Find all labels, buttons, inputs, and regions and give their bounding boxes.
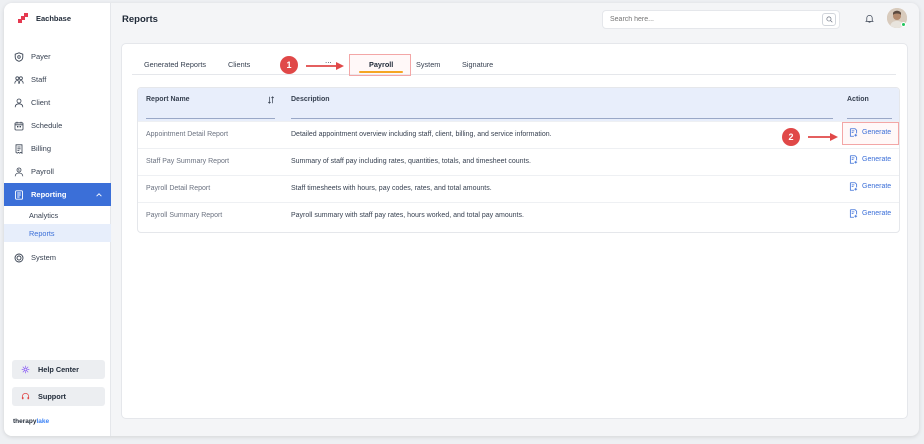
brand-logo-icon bbox=[18, 13, 28, 23]
sidebar-item-staff[interactable]: Staff bbox=[4, 68, 111, 91]
tab-generated-reports[interactable]: Generated Reports bbox=[144, 60, 206, 69]
shield-icon bbox=[14, 51, 24, 62]
column-divider bbox=[847, 118, 892, 119]
table-row: Staff Pay Summary Report Summary of staf… bbox=[138, 148, 899, 175]
app-window: Eachbase Payer Staff Client Schedule Bil… bbox=[4, 3, 919, 436]
sidebar-item-label: Staff bbox=[31, 75, 47, 84]
sidebar-item-label: Client bbox=[31, 98, 51, 107]
table-header: Report Name Description Action bbox=[138, 88, 899, 121]
tab-signature[interactable]: Signature bbox=[462, 60, 493, 69]
sidebar-item-label: Billing bbox=[31, 144, 52, 153]
report-tabs: Generated Reports Clients ... Payroll Sy… bbox=[132, 53, 896, 76]
table-row: Payroll Summary Report Payroll summary w… bbox=[138, 202, 899, 229]
report-name-cell: Appointment Detail Report bbox=[146, 131, 229, 138]
sort-icon[interactable] bbox=[267, 96, 275, 104]
arrow-right-icon bbox=[306, 62, 344, 70]
document-add-icon bbox=[849, 209, 858, 218]
receipt-icon bbox=[15, 143, 23, 154]
sidebar-item-label: System bbox=[31, 253, 57, 262]
chevron-up-icon[interactable] bbox=[95, 191, 103, 199]
generate-label: Generate bbox=[862, 183, 892, 190]
column-divider bbox=[146, 118, 275, 119]
sidebar-item-billing[interactable]: Billing bbox=[4, 137, 111, 160]
svg-text:$: $ bbox=[18, 168, 20, 172]
online-status-indicator bbox=[901, 22, 906, 27]
search-icon bbox=[825, 16, 833, 23]
generate-button[interactable]: Generate bbox=[849, 128, 891, 137]
column-header-action: Action bbox=[847, 96, 869, 103]
sidebar-subitem-analytics[interactable]: Analytics bbox=[4, 206, 111, 224]
generate-button[interactable]: Generate bbox=[849, 155, 891, 164]
generate-button[interactable]: Generate bbox=[849, 209, 891, 218]
reports-table: Report Name Description Action Appointme… bbox=[137, 87, 900, 233]
active-tab-indicator bbox=[359, 71, 403, 73]
sidebar-item-label: Schedule bbox=[31, 121, 63, 130]
generate-label: Generate bbox=[862, 210, 892, 217]
column-divider bbox=[291, 118, 833, 119]
sidebar-subitem-reports[interactable]: Reports bbox=[4, 224, 111, 242]
support-label: Support bbox=[38, 392, 66, 401]
document-add-icon bbox=[849, 155, 858, 164]
report-description-cell: Detailed appointment overview including … bbox=[291, 131, 552, 138]
sidebar-item-reporting[interactable]: Reporting bbox=[4, 183, 111, 206]
document-add-icon bbox=[849, 128, 858, 137]
table-row: Payroll Detail Report Staff timesheets w… bbox=[138, 175, 899, 202]
column-header-description: Description bbox=[291, 96, 330, 103]
document-add-icon bbox=[849, 182, 858, 191]
tab-payroll[interactable]: Payroll bbox=[369, 60, 393, 69]
support-button[interactable]: Support bbox=[12, 387, 105, 406]
generate-button[interactable]: Generate bbox=[849, 182, 891, 191]
footer-logo-part-b: lake bbox=[36, 418, 50, 425]
generate-label: Generate bbox=[862, 129, 892, 136]
sidebar-item-label: Reporting bbox=[31, 190, 67, 199]
user-icon bbox=[14, 98, 24, 107]
report-description-cell: Summary of staff pay including rates, qu… bbox=[291, 158, 531, 165]
bell-icon bbox=[865, 14, 874, 23]
search-box bbox=[602, 10, 840, 29]
headset-icon bbox=[21, 392, 30, 400]
page-title: Reports bbox=[122, 14, 158, 25]
help-center-button[interactable]: Help Center bbox=[12, 360, 105, 379]
tab-clients[interactable]: Clients bbox=[228, 60, 250, 69]
staff-icon bbox=[14, 75, 24, 84]
column-header-report-name[interactable]: Report Name bbox=[146, 96, 190, 103]
report-description-cell: Payroll summary with staff pay rates, ho… bbox=[291, 212, 524, 219]
sidebar-item-system[interactable]: System bbox=[4, 246, 111, 269]
sidebar-item-label: Payer bbox=[31, 52, 51, 61]
arrow-right-icon bbox=[808, 133, 838, 141]
footer-logo: therapylake bbox=[13, 418, 49, 425]
report-description-cell: Staff timesheets with hours, pay codes, … bbox=[291, 185, 492, 192]
reports-card: Generated Reports Clients ... Payroll Sy… bbox=[121, 43, 908, 419]
sidebar: Eachbase Payer Staff Client Schedule Bil… bbox=[4, 3, 111, 436]
report-name-cell: Staff Pay Summary Report bbox=[146, 158, 230, 165]
payroll-icon: $ bbox=[14, 167, 24, 176]
sidebar-nav: Payer Staff Client Schedule Billing $ Pa… bbox=[4, 45, 111, 269]
report-name-cell: Payroll Detail Report bbox=[146, 185, 211, 192]
help-icon bbox=[21, 365, 30, 374]
footer-logo-part-a: therapy bbox=[13, 418, 37, 425]
sidebar-item-schedule[interactable]: Schedule bbox=[4, 114, 111, 137]
sidebar-item-payer[interactable]: Payer bbox=[4, 45, 111, 68]
calendar-icon bbox=[14, 121, 24, 130]
target-icon bbox=[14, 253, 24, 262]
tab-system[interactable]: System bbox=[416, 60, 440, 69]
step-2-badge: 2 bbox=[782, 128, 800, 146]
brand-name: Eachbase bbox=[36, 13, 72, 23]
sidebar-item-payroll[interactable]: $ Payroll bbox=[4, 160, 111, 183]
brand[interactable]: Eachbase bbox=[18, 13, 71, 23]
help-center-label: Help Center bbox=[38, 365, 79, 374]
sidebar-item-label: Payroll bbox=[31, 167, 54, 176]
sidebar-item-client[interactable]: Client bbox=[4, 91, 111, 114]
generate-label: Generate bbox=[862, 156, 892, 163]
step-1-badge: 1 bbox=[280, 56, 298, 74]
search-input[interactable] bbox=[610, 16, 822, 23]
search-button[interactable] bbox=[822, 13, 836, 26]
report-name-cell: Payroll Summary Report bbox=[146, 212, 223, 219]
report-icon bbox=[15, 189, 23, 200]
notifications-button[interactable] bbox=[865, 14, 874, 25]
